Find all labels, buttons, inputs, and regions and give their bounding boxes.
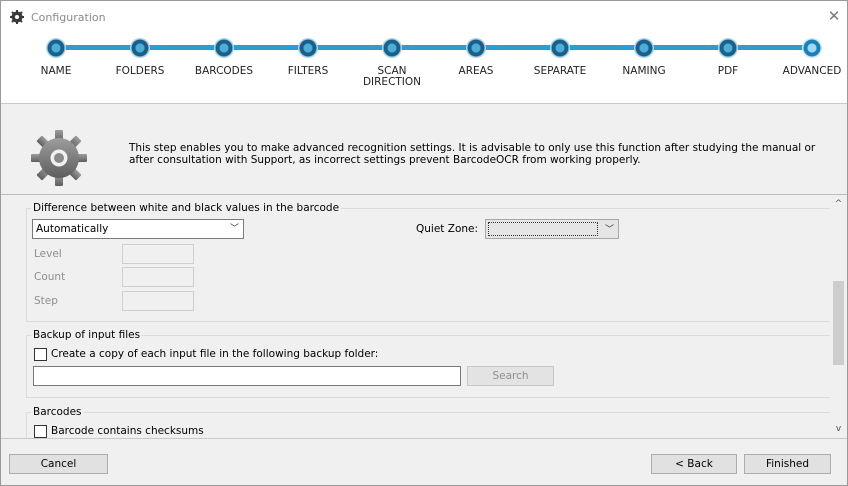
difference-mode-select[interactable]: Automatically ﹀	[32, 219, 244, 239]
wizard-step-connector	[560, 45, 644, 50]
wizard-step-label[interactable]: ADVANCED	[767, 66, 848, 77]
level-input[interactable]	[122, 244, 194, 264]
gear-icon	[31, 130, 87, 186]
barcodes-group-title: Barcodes	[31, 406, 84, 418]
wizard-step-dot[interactable]	[298, 38, 318, 58]
quiet-zone-select[interactable]: ﹀	[485, 219, 619, 239]
back-button[interactable]: < Back	[651, 454, 737, 474]
info-panel: This step enables you to make advanced r…	[1, 103, 847, 195]
wizard-step-connector	[644, 45, 728, 50]
app-gear-icon	[10, 10, 24, 24]
wizard-step-dot[interactable]	[466, 38, 486, 58]
wizard-step-label[interactable]: FOLDERS	[95, 66, 185, 77]
step-input[interactable]	[122, 291, 194, 311]
wizard-step-dot[interactable]	[634, 38, 654, 58]
level-label: Level	[34, 248, 62, 260]
vertical-scrollbar[interactable]: ^ v	[830, 196, 847, 438]
wizard-step-label[interactable]: SCAN DIRECTION	[362, 66, 422, 88]
settings-scroll-area: Difference between white and black value…	[1, 196, 847, 438]
wizard-step-label[interactable]: BARCODES	[179, 66, 269, 77]
chevron-down-icon: ﹀	[229, 224, 239, 234]
wizard-step-dot[interactable]	[382, 38, 402, 58]
wizard-step-dot[interactable]	[130, 38, 150, 58]
footer-bar: Cancel < Back Finished	[1, 438, 847, 485]
checksum-checkbox-label: Barcode contains checksums	[51, 425, 204, 437]
window-title: Configuration	[31, 11, 106, 24]
quiet-zone-label: Quiet Zone:	[416, 223, 479, 235]
wizard-step-dot[interactable]	[718, 38, 738, 58]
wizard-step-connector	[308, 45, 392, 50]
info-description: This step enables you to make advanced r…	[129, 142, 816, 166]
wizard-step-connector	[140, 45, 224, 50]
wizard-step-dot[interactable]	[46, 38, 66, 58]
wizard-step-dot[interactable]	[214, 38, 234, 58]
wizard-step-label[interactable]: NAME	[11, 66, 101, 77]
wizard-step-label[interactable]: SEPARATE	[515, 66, 605, 77]
cancel-button[interactable]: Cancel	[9, 454, 108, 474]
wizard-step-connector	[476, 45, 560, 50]
backup-folder-input[interactable]	[33, 366, 461, 386]
backup-checkbox[interactable]	[34, 348, 47, 361]
step-label: Step	[34, 295, 58, 307]
scroll-thumb[interactable]	[833, 281, 844, 365]
wizard-step-connector	[728, 45, 812, 50]
title-bar: Configuration ✕	[1, 1, 847, 31]
wizard-step-connector	[56, 45, 140, 50]
search-button[interactable]: Search	[467, 366, 554, 386]
wizard-step-dot[interactable]	[550, 38, 570, 58]
scroll-down-arrow-icon[interactable]: v	[830, 421, 847, 438]
difference-group-title: Difference between white and black value…	[31, 202, 342, 214]
count-label: Count	[34, 271, 66, 283]
wizard-step-label[interactable]: PDF	[683, 66, 773, 77]
scroll-up-arrow-icon[interactable]: ^	[830, 196, 847, 213]
wizard-step-label[interactable]: NAMING	[599, 66, 689, 77]
wizard-step-label[interactable]: AREAS	[431, 66, 521, 77]
finished-button[interactable]: Finished	[744, 454, 831, 474]
close-button[interactable]: ✕	[825, 7, 843, 25]
difference-mode-value: Automatically	[36, 223, 109, 235]
wizard-step-connector	[224, 45, 308, 50]
wizard-step-label[interactable]: FILTERS	[263, 66, 353, 77]
configuration-window: Configuration ✕ NAME FOLDERS BARCODES FILTE…	[0, 0, 848, 486]
quiet-zone-value	[488, 222, 598, 236]
count-input[interactable]	[122, 267, 194, 287]
chevron-down-icon: ﹀	[604, 225, 614, 235]
wizard-step-dot[interactable]	[802, 38, 822, 58]
backup-checkbox-label: Create a copy of each input file in the …	[51, 348, 379, 360]
wizard-step-connector	[392, 45, 476, 50]
checksum-checkbox[interactable]	[34, 425, 47, 438]
wizard-steps: NAME FOLDERS BARCODES FILTERS SCAN DIRECTION…	[1, 31, 847, 103]
backup-group-title: Backup of input files	[31, 329, 143, 341]
